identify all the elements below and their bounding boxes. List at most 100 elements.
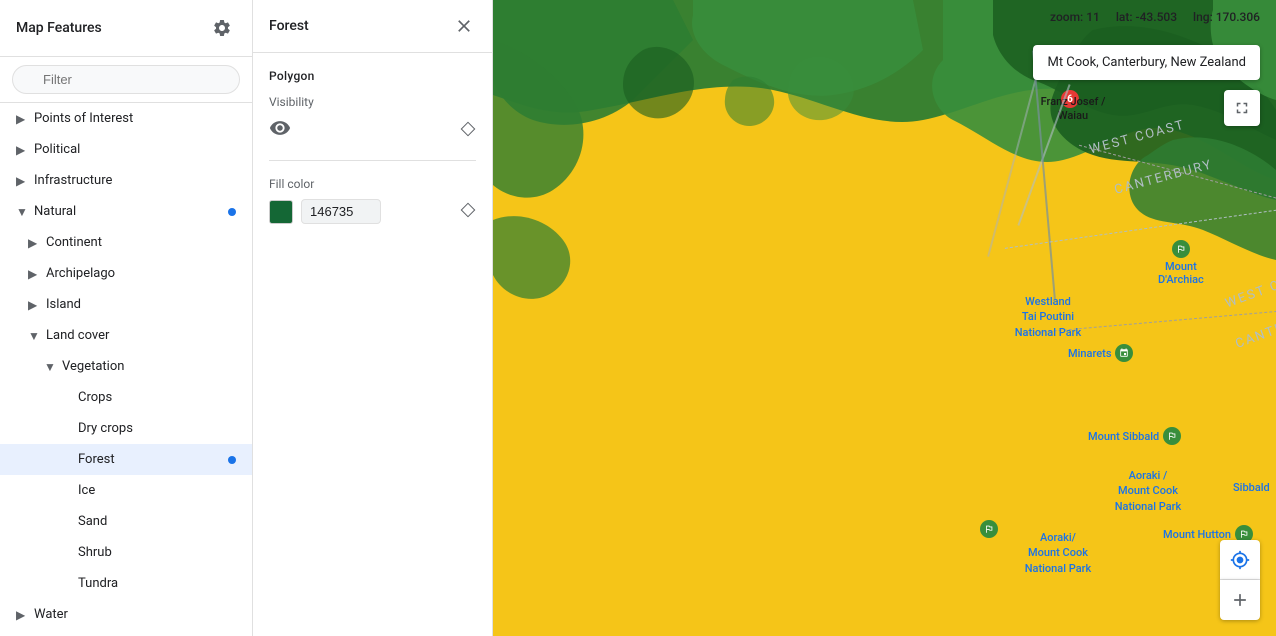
tree-item-points-of-interest[interactable]: ▶Points of Interest [0,103,252,134]
location-badge: Mt Cook, Canterbury, New Zealand [1033,45,1260,80]
tree-item-ice[interactable]: Ice [0,475,252,506]
zoom-in-button[interactable] [1220,580,1260,620]
map-panel: zoom: 11 lat: -43.503 lng: 170.306 Mt Co… [493,0,1276,636]
tree-item-political[interactable]: ▶ Political [0,134,252,165]
fill-color-row [269,199,476,224]
close-button[interactable] [452,14,476,38]
forest-panel-title: Forest [269,18,309,34]
gear-icon [212,18,232,38]
tree-item-water[interactable]: ▶Water [0,599,252,630]
lat-label: lat: [1116,10,1133,24]
westland-label-group: WestlandTai PoutiniNational Park [1003,294,1093,340]
expand-icon: ▶ [28,267,40,281]
tree-item-label: Forest [78,452,115,467]
location-button[interactable] [1220,540,1260,580]
expand-icon: ▼ [16,205,28,219]
expand-icon: ▶ [28,236,40,250]
visibility-label: Visibility [269,95,476,109]
map-svg [493,0,1276,636]
location-text: Mt Cook, Canterbury, New Zealand [1047,55,1246,70]
fullscreen-icon [1233,99,1251,117]
color-hex-input[interactable] [301,199,381,224]
active-dot [228,208,236,216]
expand-icon: ▶ [16,608,28,622]
expand-icon: ▼ [28,329,40,343]
expand-icon: ▶ [16,174,28,188]
tree-item-forest[interactable]: Forest [0,444,252,475]
middle-panel: Forest Polygon Visibility Fill color [253,0,493,636]
lng-value: 170.306 [1216,10,1260,24]
mount-darchiac-group: MountD'Archiac [1158,240,1204,286]
tree-item-land-cover[interactable]: ▼ Land cover [0,320,252,351]
minarets-label-group: Minarets [1068,344,1133,362]
tree-item-label: Infrastructure [34,173,112,188]
filter-input[interactable] [12,65,240,94]
color-swatch[interactable] [269,200,293,224]
fullscreen-button[interactable] [1224,90,1260,126]
aoraki-label-2: Aoraki/Mount CookNational Park [1013,530,1103,576]
tree-item-label: Shrub [78,545,112,560]
tree-item-vegetation[interactable]: ▼ Vegetation [0,351,252,382]
mid-content: Polygon Visibility Fill color [253,53,492,256]
tree-item-label: Archipelago [46,266,115,281]
tree-item-sand[interactable]: Sand [0,506,252,537]
lat-value: -43.503 [1136,10,1178,24]
aoraki-label-1: Aoraki /Mount CookNational Park [1103,468,1193,514]
lng-stat: lng: 170.306 [1193,10,1260,24]
zoom-value: 11 [1086,10,1100,24]
polygon-label: Polygon [269,69,476,83]
tree-item-label: Political [34,142,80,157]
place-label-minarets: Minarets [1068,347,1111,360]
mount-sibbald-icon [1163,427,1181,445]
place-label-franzjosef: Franz Josef / Waiau [1033,95,1113,124]
visibility-diamond-icon[interactable] [460,121,476,141]
sibbald-label: Sibbald [1233,480,1270,495]
zoom-in-icon [1230,590,1250,610]
lat-stat: lat: -43.503 [1116,10,1177,24]
color-input-row [269,199,381,224]
filter-container [0,57,252,103]
close-icon [454,16,474,36]
tree-item-label: Crops [78,390,112,405]
tree-item-background[interactable]: ▶Background [0,630,252,636]
minarets-park-icon [1115,344,1133,362]
mid-header: Forest [253,0,492,53]
mount-darchiac-icon [1172,240,1190,258]
filter-wrapper [12,65,240,94]
tree-item-shrub[interactable]: Shrub [0,537,252,568]
eye-icon[interactable] [269,117,291,144]
place-label-mounthutton: Mount Hutton [1163,528,1231,541]
tree-item-label: Dry crops [78,421,133,436]
aoraki-park-icon [980,520,998,538]
zoom-stat: zoom: 11 [1050,10,1100,24]
place-label-westland: WestlandTai PoutiniNational Park [1003,294,1093,340]
zoom-label: zoom: [1050,10,1083,24]
expand-icon: ▼ [44,360,56,374]
tree-item-label: Land cover [46,328,109,343]
tree-item-continent[interactable]: ▶ Continent [0,227,252,258]
tree-item-infrastructure[interactable]: ▶ Infrastructure [0,165,252,196]
tree-list: ▶Points of Interest ▶ Political ▶ Infrastruc… [0,103,252,636]
tree-item-label: Vegetation [62,359,124,374]
divider [269,160,476,161]
left-panel: Map Features ▶Points of Interest ▶ Politic… [0,0,253,636]
mount-sibbald-group: Mount Sibbald [1088,427,1181,445]
fill-color-label: Fill color [269,177,476,191]
fill-color-diamond-icon[interactable] [460,202,476,222]
gear-button[interactable] [208,14,236,42]
tree-item-tundra[interactable]: Tundra [0,568,252,599]
tree-item-crops[interactable]: Crops [0,382,252,413]
active-dot [228,456,236,464]
tree-item-archipelago[interactable]: ▶ Archipelago [0,258,252,289]
tree-item-label: Continent [46,235,102,250]
map-header-bar: zoom: 11 lat: -43.503 lng: 170.306 [1034,0,1276,34]
panel-header: Map Features [0,0,252,57]
lng-label: lng: [1193,10,1213,24]
tree-item-natural[interactable]: ▼ Natural [0,196,252,227]
tree-item-island[interactable]: ▶ Island [0,289,252,320]
tree-item-label: Natural [34,204,76,219]
tree-item-dry-crops[interactable]: Dry crops [0,413,252,444]
expand-icon: ▶ [28,298,40,312]
expand-icon: ▶ [16,143,28,157]
tree-item-label: Island [46,297,81,312]
